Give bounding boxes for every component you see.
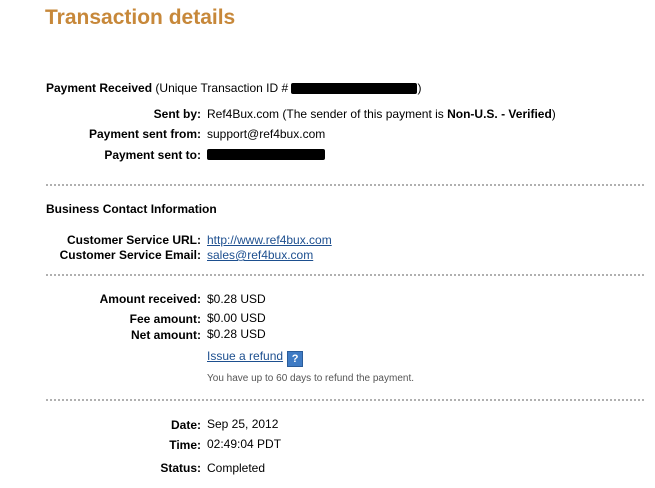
help-icon[interactable]: ?: [287, 351, 304, 367]
payment-heading: Payment Received (Unique Transaction ID …: [46, 81, 421, 95]
sent-by-label: Sent by:: [153, 107, 201, 121]
divider: [46, 274, 644, 276]
refund-note: You have up to 60 days to refund the pay…: [207, 373, 415, 384]
amount-received-label: Amount received:: [99, 292, 201, 306]
service-url-label: Customer Service URL:: [66, 233, 201, 247]
transaction-id-redacted: [291, 83, 418, 95]
sent-to-value-redacted: [207, 147, 325, 161]
payment-heading-close: ): [417, 81, 422, 95]
payment-heading-bold: Payment Received: [46, 81, 153, 95]
page-title: Transaction details: [45, 6, 236, 29]
sender-name: Ref4Bux.com (The sender of this payment …: [207, 107, 448, 121]
time-label: Time:: [169, 438, 201, 452]
sent-from-value: support@ref4bux.com: [207, 127, 326, 141]
business-contact-heading: Business Contact Information: [46, 202, 217, 216]
net-amount-value: $0.28 USD: [207, 327, 266, 341]
sent-to-label: Payment sent to:: [104, 148, 201, 162]
payment-heading-text: (Unique Transaction ID #: [155, 81, 289, 95]
fee-amount-label: Fee amount:: [129, 312, 201, 326]
refund-row: Issue a refund?: [207, 349, 304, 367]
service-url-link[interactable]: http://www.ref4bux.com: [207, 233, 332, 247]
divider: [46, 184, 644, 186]
sent-by-value: Ref4Bux.com (The sender of this payment …: [207, 107, 556, 121]
issue-refund-link[interactable]: Issue a refund: [207, 349, 283, 363]
status-label: Status:: [160, 461, 201, 475]
time-value: 02:49:04 PDT: [207, 437, 282, 451]
net-amount-label: Net amount:: [131, 328, 201, 342]
recipient-email-redacted: [207, 149, 325, 161]
service-email-link[interactable]: sales@ref4bux.com: [207, 248, 313, 262]
divider: [46, 399, 644, 401]
fee-amount-value: $0.00 USD: [207, 311, 266, 325]
date-value: Sep 25, 2012: [207, 417, 279, 431]
sender-status: Non-U.S. - Verified: [447, 107, 552, 121]
sender-close: ): [551, 107, 556, 121]
status-value: Completed: [207, 461, 266, 475]
date-label: Date:: [170, 418, 201, 432]
sent-from-label: Payment sent from:: [88, 127, 201, 141]
service-email-label: Customer Service Email:: [59, 248, 201, 262]
amount-received-value: $0.28 USD: [207, 292, 266, 306]
